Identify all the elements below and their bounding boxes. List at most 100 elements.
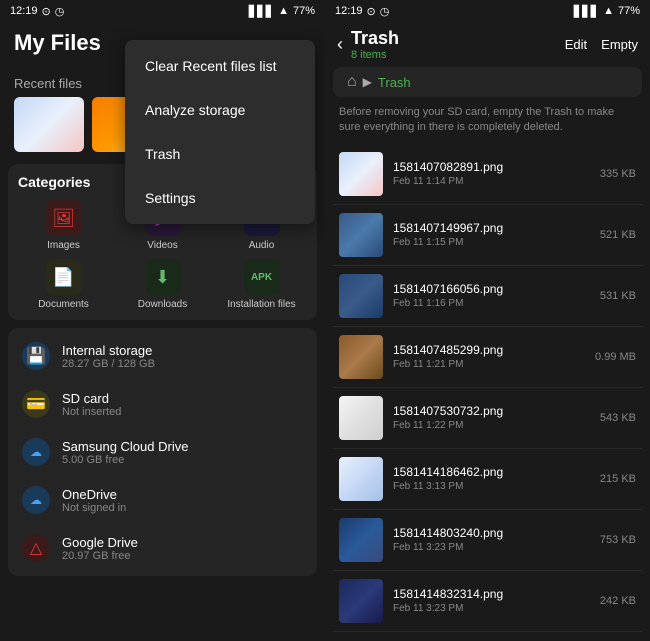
category-documents[interactable]: 📄 Documents xyxy=(18,259,109,310)
onedrive-name: OneDrive xyxy=(62,487,303,502)
file-thumb xyxy=(339,579,383,623)
file-date: Feb 11 1:15 PM xyxy=(393,237,590,248)
file-info: 1581407530732.png Feb 11 1:22 PM xyxy=(393,404,590,431)
right-time: 12:19 xyxy=(335,5,363,17)
storage-sd[interactable]: 💳 SD card Not inserted xyxy=(8,380,317,428)
file-size: 335 KB xyxy=(600,168,636,180)
gdrive-sub: 20.97 GB free xyxy=(62,550,303,562)
file-size: 0.99 MB xyxy=(595,351,636,363)
file-thumb xyxy=(339,152,383,196)
file-thumb xyxy=(339,396,383,440)
file-info: 1581407149967.png Feb 11 1:15 PM xyxy=(393,221,590,248)
sd-sub: Not inserted xyxy=(62,406,303,418)
right-wifi-icon: ▲ xyxy=(603,5,614,17)
dropdown-settings[interactable]: Settings xyxy=(125,176,315,220)
sd-name: SD card xyxy=(62,391,303,406)
audio-label: Audio xyxy=(249,240,275,251)
file-name: 1581414832314.png xyxy=(393,587,590,601)
onedrive-sub: Not signed in xyxy=(62,502,303,514)
file-thumb xyxy=(339,457,383,501)
gdrive-icon: △ xyxy=(22,534,50,562)
file-item[interactable]: 1581414186462.png Feb 11 3:13 PM 215 KB xyxy=(333,449,642,510)
breadcrumb-label: Trash xyxy=(378,75,411,90)
dropdown-trash[interactable]: Trash xyxy=(125,132,315,176)
back-button[interactable]: ‹ xyxy=(337,34,343,55)
breadcrumb-arrow: ▶ xyxy=(363,75,372,89)
internal-sub: 28.27 GB / 128 GB xyxy=(62,358,303,370)
file-info: 1581407166056.png Feb 11 1:16 PM xyxy=(393,282,590,309)
file-thumb xyxy=(339,274,383,318)
dropdown-analyze[interactable]: Analyze storage xyxy=(125,88,315,132)
internal-icon: 💾 xyxy=(22,342,50,370)
images-icon: 🖼 xyxy=(46,200,82,236)
right-panel: 12:19 ⊙ ◷ ▋▋▋ ▲ 77% ‹ Trash 8 items Edit… xyxy=(325,0,650,641)
internal-name: Internal storage xyxy=(62,343,303,358)
file-name: 1581407082891.png xyxy=(393,160,590,174)
file-thumb xyxy=(339,518,383,562)
file-item[interactable]: 1581407530732.png Feb 11 1:22 PM 543 KB xyxy=(333,388,642,449)
file-item[interactable]: 1581407149967.png Feb 11 1:15 PM 521 KB xyxy=(333,205,642,266)
file-item[interactable]: 1581407166056.png Feb 11 1:16 PM 531 KB xyxy=(333,266,642,327)
sd-icon: 💳 xyxy=(22,390,50,418)
file-item[interactable]: 1581407485299.png Feb 11 1:21 PM 0.99 MB xyxy=(333,327,642,388)
samsung-icon: ☁ xyxy=(22,438,50,466)
header-actions: Edit Empty xyxy=(565,37,638,52)
recent-file-1[interactable]: Hootsui..pp.jpg xyxy=(14,97,84,152)
file-name: 1581407530732.png xyxy=(393,404,590,418)
breadcrumb: ⌂ ▶ Trash xyxy=(333,67,642,97)
category-install[interactable]: APK Installation files xyxy=(216,259,307,310)
file-name: 1581407149967.png xyxy=(393,221,590,235)
file-list: 1581407082891.png Feb 11 1:14 PM 335 KB … xyxy=(325,144,650,641)
right-notif-icon: ⊙ xyxy=(367,5,376,18)
install-icon: APK xyxy=(244,259,280,295)
storage-onedrive[interactable]: ☁ OneDrive Not signed in xyxy=(8,476,317,524)
left-notif-icon: ⊙ xyxy=(42,5,51,18)
dropdown-menu: Clear Recent files list Analyze storage … xyxy=(125,40,315,224)
install-label: Installation files xyxy=(227,299,295,310)
storage-gdrive[interactable]: △ Google Drive 20.97 GB free xyxy=(8,524,317,572)
storage-samsung[interactable]: ☁ Samsung Cloud Drive 5.00 GB free xyxy=(8,428,317,476)
trash-warning: Before removing your SD card, empty the … xyxy=(325,97,650,144)
file-date: Feb 11 3:13 PM xyxy=(393,481,590,492)
file-info: 1581414832314.png Feb 11 3:23 PM xyxy=(393,587,590,614)
file-date: Feb 11 3:23 PM xyxy=(393,542,590,553)
file-name: 1581414803240.png xyxy=(393,526,590,540)
file-item[interactable]: 1581407082891.png Feb 11 1:14 PM 335 KB xyxy=(333,144,642,205)
empty-button[interactable]: Empty xyxy=(601,37,638,52)
file-size: 521 KB xyxy=(600,229,636,241)
category-downloads[interactable]: ⬇ Downloads xyxy=(117,259,208,310)
file-item[interactable]: 1581414803240.png Feb 11 3:23 PM 753 KB xyxy=(333,510,642,571)
left-panel: 12:19 ⊙ ◷ ▋▋▋ ▲ 77% My Files Recent file… xyxy=(0,0,325,641)
file-thumb xyxy=(339,213,383,257)
left-status-bar: 12:19 ⊙ ◷ ▋▋▋ ▲ 77% xyxy=(0,0,325,22)
file-date: Feb 11 3:23 PM xyxy=(393,603,590,614)
home-icon: ⌂ xyxy=(347,73,357,91)
file-date: Feb 11 1:14 PM xyxy=(393,176,590,187)
file-info: 1581407485299.png Feb 11 1:21 PM xyxy=(393,343,585,370)
dropdown-clear[interactable]: Clear Recent files list xyxy=(125,44,315,88)
file-date: Feb 11 1:21 PM xyxy=(393,359,585,370)
gdrive-name: Google Drive xyxy=(62,535,303,550)
file-name: 1581407485299.png xyxy=(393,343,585,357)
file-item[interactable]: 1581414832314.png Feb 11 3:23 PM 242 KB xyxy=(333,571,642,632)
onedrive-icon: ☁ xyxy=(22,486,50,514)
samsung-name: Samsung Cloud Drive xyxy=(62,439,303,454)
file-size: 242 KB xyxy=(600,595,636,607)
trash-title-block: Trash 8 items xyxy=(351,28,399,61)
right-battery: 77% xyxy=(618,5,640,17)
documents-icon: 📄 xyxy=(46,259,82,295)
file-info: 1581414803240.png Feb 11 3:23 PM xyxy=(393,526,590,553)
category-images[interactable]: 🖼 Images xyxy=(18,200,109,251)
images-label: Images xyxy=(47,240,80,251)
edit-button[interactable]: Edit xyxy=(565,37,587,52)
internal-info: Internal storage 28.27 GB / 128 GB xyxy=(62,343,303,370)
storage-list: 💾 Internal storage 28.27 GB / 128 GB 💳 S… xyxy=(8,328,317,576)
downloads-label: Downloads xyxy=(138,299,187,310)
gdrive-info: Google Drive 20.97 GB free xyxy=(62,535,303,562)
storage-internal[interactable]: 💾 Internal storage 28.27 GB / 128 GB xyxy=(8,332,317,380)
file-size: 531 KB xyxy=(600,290,636,302)
left-battery: 77% xyxy=(293,5,315,17)
sd-info: SD card Not inserted xyxy=(62,391,303,418)
file-name: 1581414186462.png xyxy=(393,465,590,479)
file-size: 753 KB xyxy=(600,534,636,546)
